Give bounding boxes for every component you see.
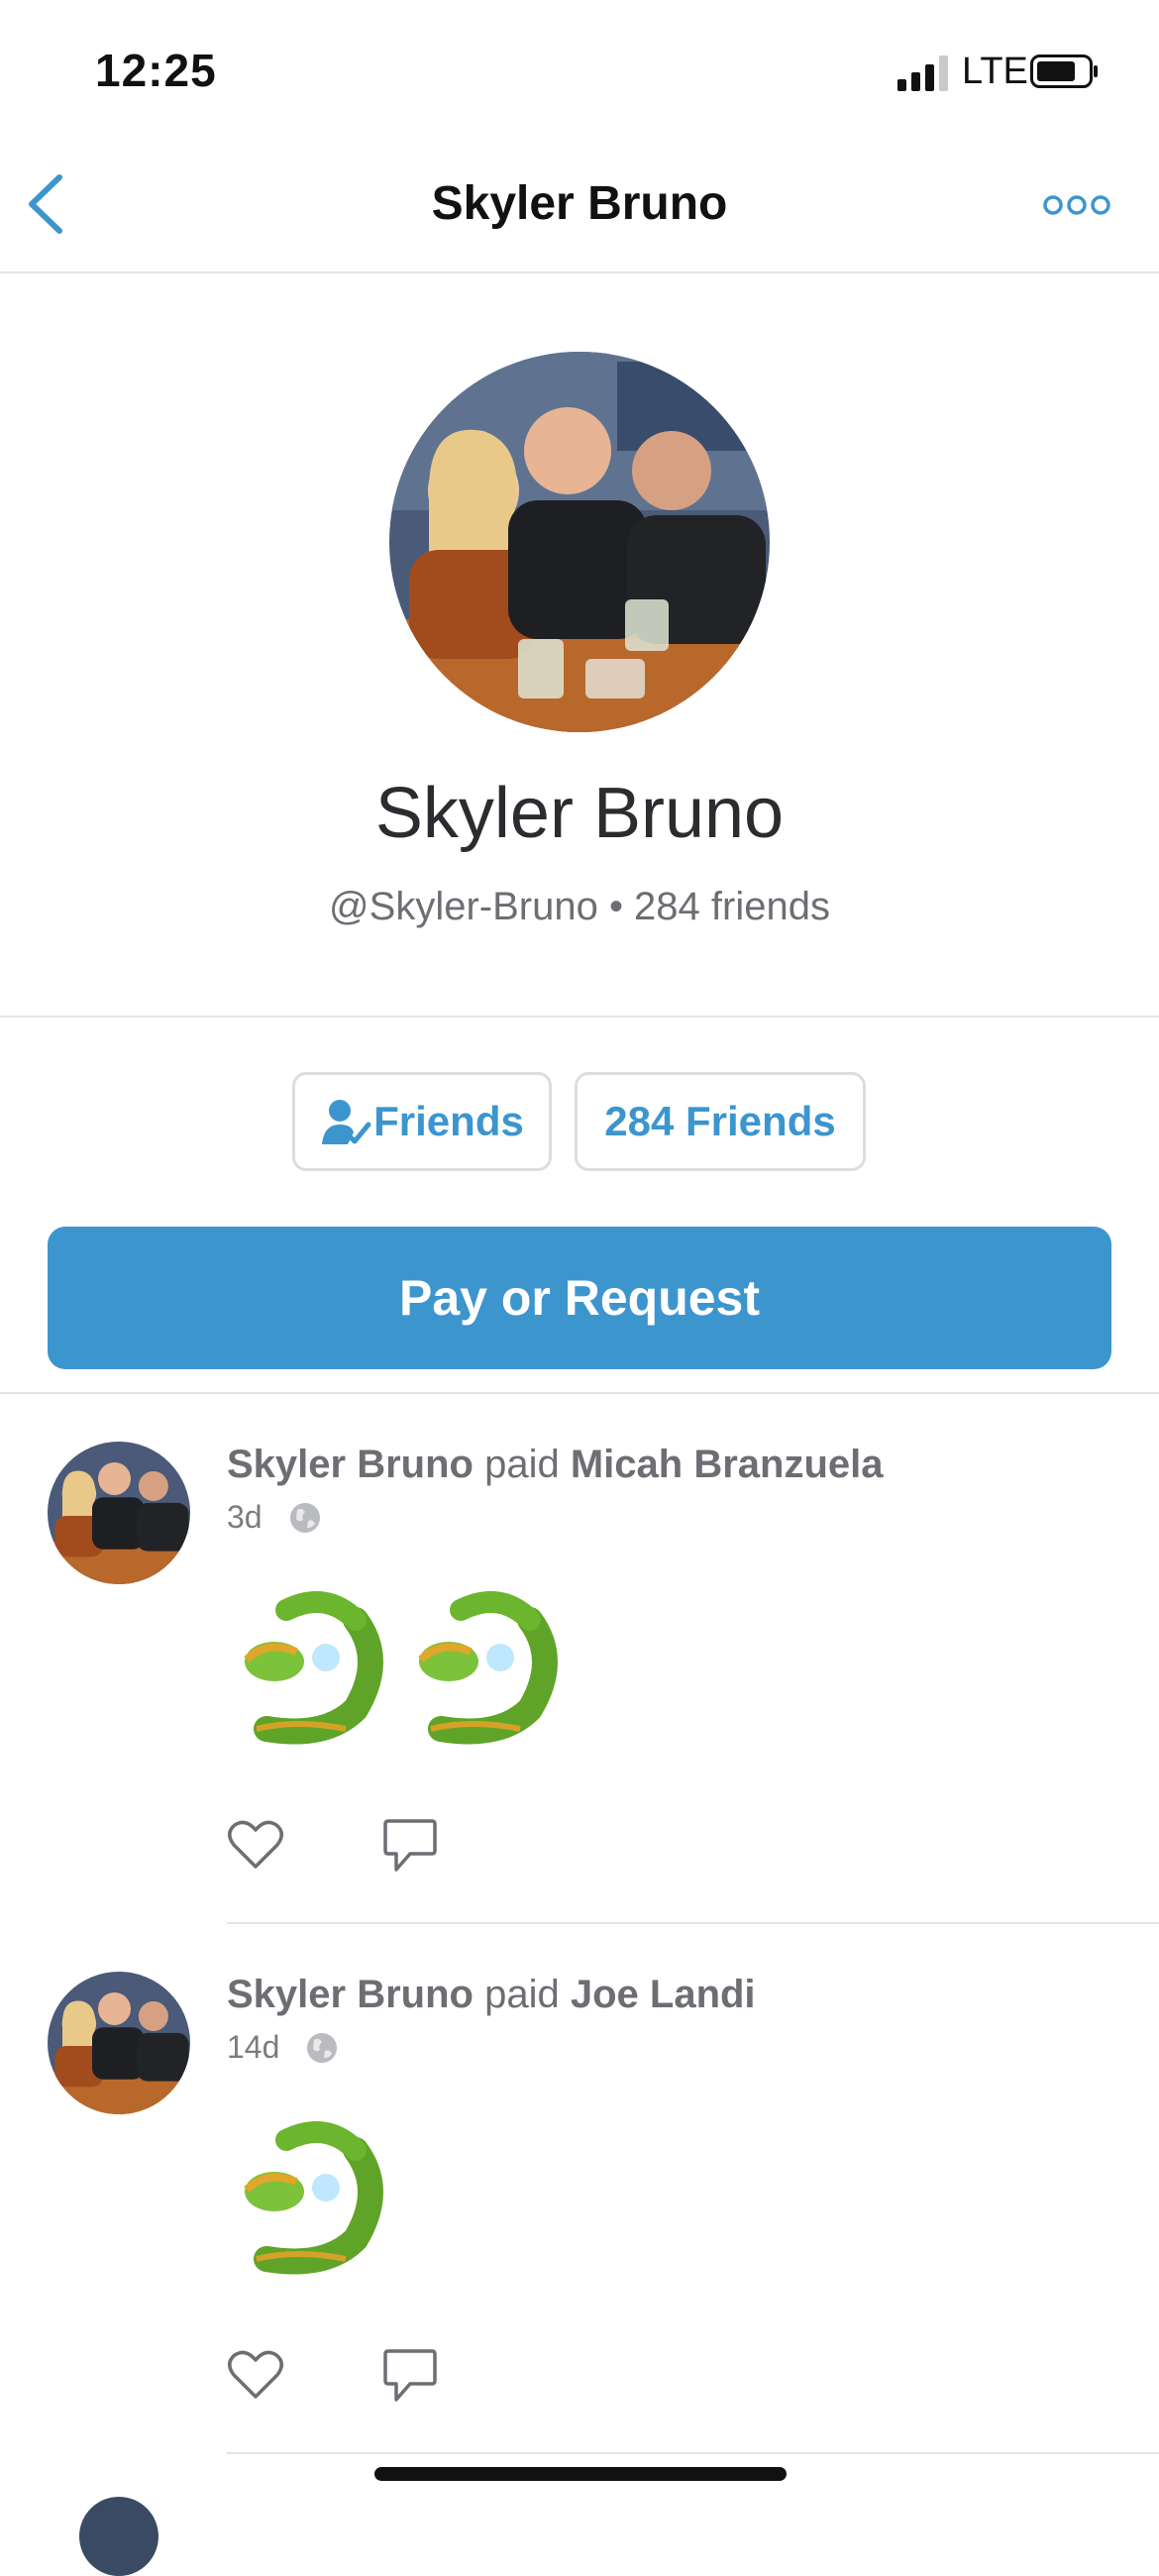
page-title: Skyler Bruno (431, 177, 728, 230)
like-heart-icon[interactable] (227, 1819, 284, 1871)
public-globe-icon (289, 1502, 320, 1533)
feed-divider (227, 2452, 1159, 2454)
story-actor[interactable]: Skyler Bruno (227, 1973, 474, 2016)
profile-avatar[interactable] (389, 352, 770, 732)
network-label: LTE (962, 51, 1028, 92)
payment-note (227, 1580, 568, 1747)
story-verb: paid (484, 1973, 560, 2016)
like-heart-icon[interactable] (227, 2349, 284, 2401)
profile-photo (389, 352, 770, 732)
dragon-emoji-icon (244, 2121, 383, 2275)
status-time: 12:25 (95, 45, 217, 96)
avatar-photo (48, 1972, 190, 2114)
comment-icon[interactable] (382, 1817, 438, 1875)
story-verb: paid (484, 1443, 560, 1486)
friends-button-label: Friends (373, 1098, 524, 1144)
dragon-emoji-icon (418, 1591, 558, 1745)
friends-status-button[interactable]: Friends (292, 1072, 552, 1171)
friends-count-button[interactable]: 284 Friends (575, 1072, 866, 1171)
story-text[interactable]: Skyler Bruno paid Micah Branzuela (227, 1443, 884, 1487)
feed-avatar[interactable] (48, 1442, 190, 1584)
story-meta: 3d (227, 1499, 322, 1536)
friends-count-label: 284 Friends (604, 1098, 836, 1144)
story-target[interactable]: Micah Branzuela (571, 1443, 884, 1486)
home-indicator[interactable] (374, 2467, 787, 2481)
pay-or-request-button[interactable]: Pay or Request (48, 1227, 1111, 1369)
more-dots-icon[interactable] (1042, 192, 1111, 218)
feed-divider (227, 1922, 1159, 1924)
divider (0, 1392, 1159, 1394)
signal-strength-icon (897, 55, 948, 91)
avatar-photo (48, 1442, 190, 1584)
dragon-emoji-icon (244, 1591, 383, 1745)
feed-avatar[interactable] (79, 2497, 158, 2576)
pay-button-label: Pay or Request (398, 1270, 760, 1326)
divider (0, 1016, 1159, 1018)
profile-name: Skyler Bruno (374, 774, 785, 853)
story-time: 14d (227, 2029, 280, 2065)
friend-check-icon (322, 1100, 371, 1144)
public-globe-icon (307, 2032, 338, 2063)
story-meta: 14d (227, 2029, 339, 2066)
story-target[interactable]: Joe Landi (571, 1973, 756, 2016)
story-actor[interactable]: Skyler Bruno (227, 1443, 474, 1486)
profile-username-friends: @Skyler-Bruno • 284 friends (329, 885, 830, 928)
battery-icon (1030, 54, 1098, 88)
payment-note (227, 2110, 393, 2277)
story-text[interactable]: Skyler Bruno paid Joe Landi (227, 1973, 756, 2017)
story-time: 3d (227, 1499, 263, 1535)
feed-avatar[interactable] (48, 1972, 190, 2114)
comment-icon[interactable] (382, 2347, 438, 2405)
